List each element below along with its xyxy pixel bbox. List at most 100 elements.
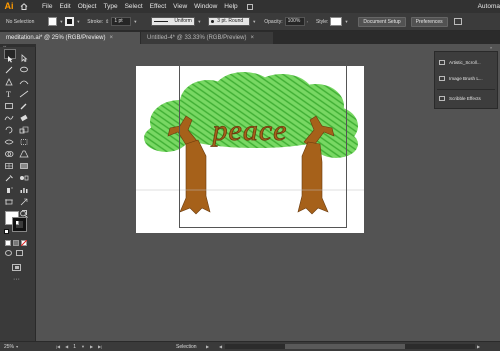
menu-file[interactable]: File [42,3,52,10]
swap-fill-stroke-icon[interactable] [22,210,27,215]
graphic-styles-icon [439,96,445,101]
blend-tool-icon[interactable] [19,169,31,181]
color-icon[interactable] [5,240,11,246]
panel-item-image-brush[interactable]: Image Brush L... [439,76,483,81]
free-transform-tool-icon[interactable] [19,133,31,145]
app-logo: Ai [4,1,14,11]
tab-label: meditation.ai* @ 25% (RGB/Preview) [6,35,106,41]
brush-caret-icon[interactable]: ▼ [252,19,256,24]
slice-tool-icon[interactable] [19,193,31,206]
previous-artboard-icon[interactable]: ◀ [65,343,68,351]
artboard-number[interactable]: 1 [73,343,76,351]
stroke-stepper-icon[interactable]: ⇕ [105,19,109,25]
edit-toolbar-icon[interactable]: ··· [13,276,20,283]
fill-swatch[interactable] [48,17,58,26]
home-icon[interactable] [18,0,30,13]
preferences-button[interactable]: Preferences [410,16,448,27]
scrollbar-thumb[interactable] [285,344,405,349]
perspective-grid-tool-icon[interactable] [19,145,31,158]
style-swatch[interactable] [330,17,343,26]
opacity-caret-icon[interactable]: › [307,19,308,24]
brushes-panel: Artistic_Scroll... Image Brush L... Scri… [434,51,498,109]
style-caret-icon[interactable]: ▼ [344,19,348,24]
type-tool-icon[interactable]: T [4,85,16,99]
symbol-sprayer-tool-icon[interactable] [4,181,16,193]
zoom-field[interactable]: 25% ▼ [2,343,30,351]
canvas[interactable]: peace [36,44,432,341]
pen-tool-icon[interactable] [4,73,16,86]
tab-untitled-4[interactable]: Untitled-4* @ 33.33% (RGB/Preview) × [141,32,273,44]
zoom-value: 25% [4,344,15,350]
stroke-caret-icon[interactable]: ▼ [76,19,80,24]
scroll-left-icon[interactable]: ◀ [219,342,222,351]
brush-definition[interactable]: 3 pt. Round [208,17,251,26]
screen-mode-icon[interactable] [12,264,21,271]
gradient-tool-icon[interactable] [19,157,31,169]
horizontal-scrollbar[interactable] [225,344,475,349]
tab-label: Untitled-4* @ 33.33% (RGB/Preview) [147,35,247,41]
first-artboard-icon[interactable]: |◀ [56,343,60,351]
menu-edit[interactable]: Edit [59,3,70,10]
artboard-tool-icon[interactable] [4,193,16,205]
lasso-tool-icon[interactable] [19,61,31,73]
panel-divider [437,89,495,90]
stroke-swatch[interactable] [65,17,75,26]
panel-item-scribble-effects[interactable]: Scribble Effects [439,96,481,101]
draw-inside-icon[interactable] [16,250,23,256]
none-icon[interactable] [21,240,27,246]
variable-width-profile[interactable]: Uniform [151,17,196,26]
workspace-label[interactable]: Automa [478,0,500,13]
rectangle-tool-icon[interactable] [4,97,16,109]
profile-label: Uniform [174,18,192,24]
menu-select[interactable]: Select [125,3,143,10]
opacity-field[interactable]: 100% [284,17,305,26]
stroke-weight-field[interactable]: 1 pt [111,17,132,26]
mesh-tool-icon[interactable] [4,157,16,169]
menu-window[interactable]: Window [194,3,217,10]
next-artboard-icon[interactable]: ▶ [90,343,93,351]
status-scroll-arrows[interactable]: ▶ [206,343,209,351]
paintbrush-tool-icon[interactable] [19,97,31,110]
stroke-color-box[interactable] [12,217,27,232]
menu-help[interactable]: Help [224,3,237,10]
shaper-tool-icon[interactable] [4,109,16,121]
tab-meditation[interactable]: meditation.ai* @ 25% (RGB/Preview) × [0,32,140,44]
selection-tool-icon[interactable] [4,49,16,63]
eraser-tool-icon[interactable] [19,109,31,122]
workspace-switcher-icon[interactable] [246,3,253,10]
gradient-icon[interactable] [13,240,19,246]
menu-object[interactable]: Object [78,3,97,10]
shape-builder-tool-icon[interactable] [4,145,16,157]
opacity-label: Opacity: [264,18,283,25]
rotate-tool-icon[interactable] [4,121,16,134]
column-graph-tool-icon[interactable] [19,181,31,193]
curvature-tool-icon[interactable] [19,73,31,85]
menu-effect[interactable]: Effect [150,3,167,10]
status-mode-label: Selection [176,344,197,350]
close-icon[interactable]: × [250,32,254,44]
arrange-icon[interactable] [453,18,462,25]
document-setup-button[interactable]: Document Setup [358,16,406,27]
panel-collapse-icon[interactable]: » [490,45,492,50]
artboard-caret-icon[interactable]: ▼ [81,343,85,351]
scroll-right-icon[interactable]: ▶ [477,342,480,351]
draw-mode-icon[interactable] [5,250,12,256]
scale-tool-icon[interactable] [19,121,31,134]
close-icon[interactable]: × [109,32,113,44]
svg-text:««: «« [3,44,7,48]
stroke-weight-caret-icon[interactable]: ▼ [133,19,137,24]
artboard-navigator[interactable]: |◀ ◀ 1 ▼ ▶ ▶| [56,343,102,351]
menu-type[interactable]: Type [103,3,117,10]
direct-selection-tool-icon[interactable] [19,49,31,63]
magic-wand-tool-icon[interactable] [4,61,16,74]
menu-view[interactable]: View [173,3,187,10]
last-artboard-icon[interactable]: ▶| [98,343,102,351]
panel-item-artistic-scroll[interactable]: Artistic_Scroll... [439,60,481,65]
width-tool-icon[interactable] [4,133,16,145]
line-tool-icon[interactable] [19,85,31,98]
fill-caret-icon[interactable]: ▼ [59,19,63,24]
status-mode[interactable]: Selection [176,343,197,351]
profile-caret-icon[interactable]: ▼ [197,19,201,24]
default-fill-stroke-icon[interactable] [4,229,9,234]
eyedropper-tool-icon[interactable] [4,169,16,182]
